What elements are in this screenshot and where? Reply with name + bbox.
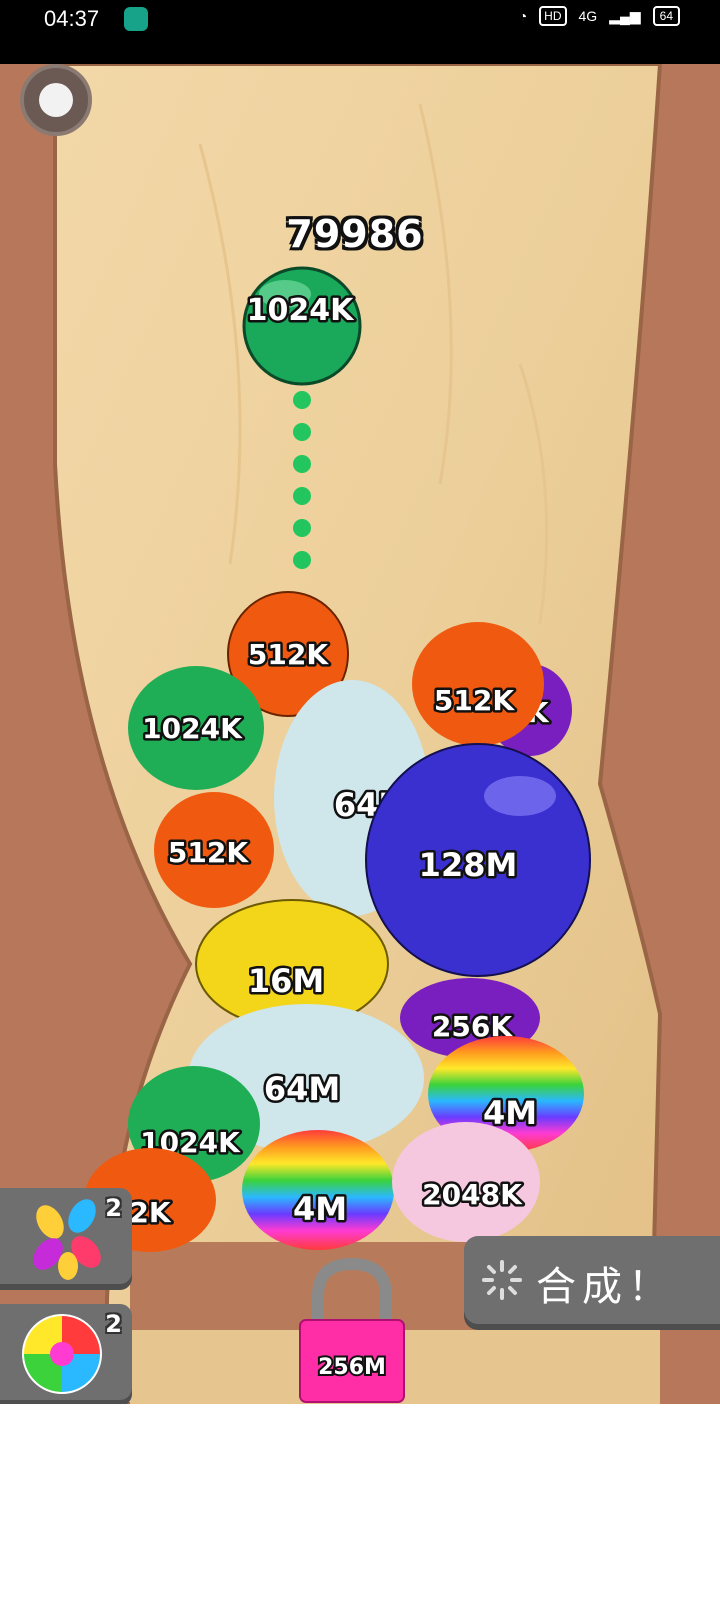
rainbow-swirl-icon [22, 1314, 102, 1394]
svg-text:4M: 4M [293, 1190, 347, 1228]
ball-128m: 128M [365, 743, 591, 977]
drop-ball[interactable]: 1024K [242, 266, 362, 386]
app-notification-icon [124, 7, 148, 31]
loading-spinner-icon [482, 1260, 522, 1300]
candy-powerup-count: 2 [105, 1194, 122, 1222]
svg-text:2K: 2K [129, 1196, 171, 1229]
candy-powerup-button[interactable]: 2 [0, 1188, 132, 1284]
status-bar: 04:37 ◔ HD 4G ▂▄▆ 64 [0, 0, 720, 64]
hd-badge: HD [539, 6, 567, 26]
svg-text:128M: 128M [419, 846, 518, 884]
svg-text:512K: 512K [248, 638, 329, 671]
svg-text:512K: 512K [434, 684, 515, 717]
pause-dot-icon [39, 83, 73, 117]
svg-text:512K: 512K [168, 836, 249, 869]
rainbow-powerup-button[interactable]: 2 [0, 1304, 132, 1400]
svg-text:2048K: 2048K [422, 1178, 523, 1211]
signal-icon: ▂▄▆ [609, 7, 641, 24]
goal-lock-label: 256M [318, 1355, 386, 1380]
ball-512k-b: 512K [154, 792, 274, 908]
rainbow-powerup-count: 2 [105, 1310, 122, 1338]
network-label: 4G [578, 8, 598, 24]
game-board[interactable]: 1024K 6K 512K 512K 1024K 512K 64M [0, 64, 720, 1404]
svg-text:1024K: 1024K [142, 712, 243, 745]
ball-2048k: 2048K [392, 1122, 540, 1242]
merge-button[interactable]: 合成！ [464, 1236, 720, 1324]
svg-text:64M: 64M [264, 1070, 340, 1108]
pause-button[interactable] [20, 64, 92, 136]
clock: 04:37 [44, 6, 100, 31]
battery-indicator: 64 [652, 6, 680, 26]
merge-button-label: 合成！ [536, 1264, 674, 1310]
wifi-icon: ◔ [518, 8, 528, 24]
ball-512k-c: 512K [412, 622, 544, 746]
drop-ball-label: 1024K [247, 293, 355, 328]
score-display: 79986 [286, 212, 424, 256]
svg-text:16M: 16M [248, 962, 324, 1000]
ball-4m-b: 4M [242, 1130, 394, 1250]
ball-1024k-a: 1024K [128, 666, 264, 790]
status-icons: ◔ HD 4G ▂▄▆ 64 [519, 6, 680, 26]
